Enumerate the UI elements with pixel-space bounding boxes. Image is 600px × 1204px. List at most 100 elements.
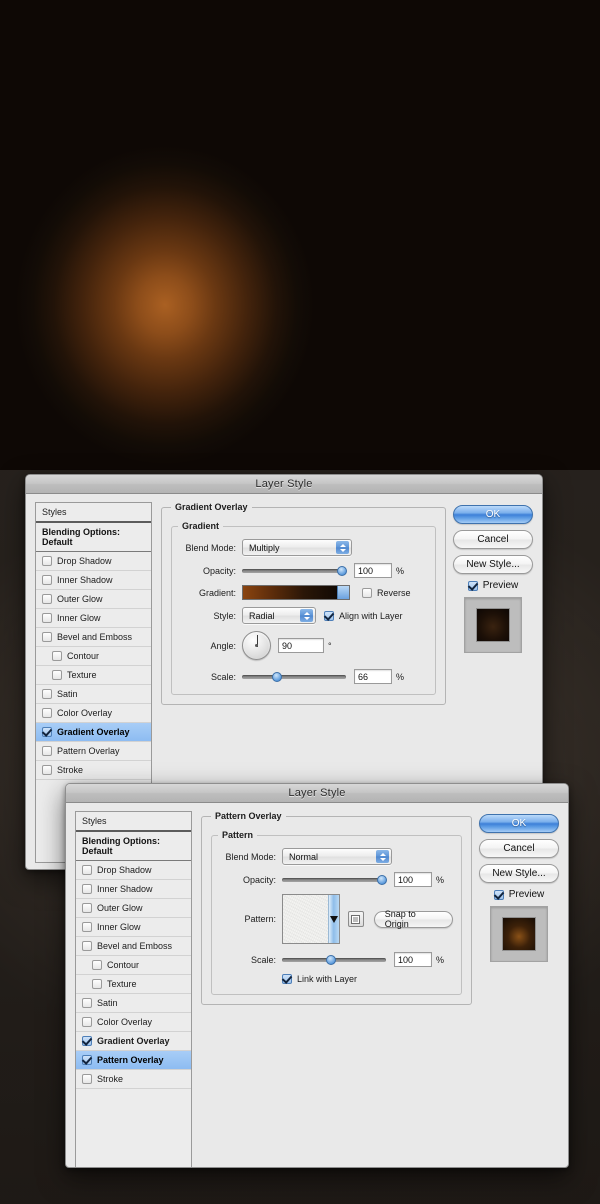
chevron-down-icon[interactable] <box>337 586 349 599</box>
effect-item-inner-glow[interactable]: Inner Glow <box>76 918 191 937</box>
effect-item-texture[interactable]: Texture <box>76 975 191 994</box>
effect-item-color-overlay[interactable]: Color Overlay <box>36 704 151 723</box>
effect-item-bevel-and-emboss[interactable]: Bevel and Emboss <box>36 628 151 647</box>
effect-item-outer-glow[interactable]: Outer Glow <box>76 899 191 918</box>
effect-item-drop-shadow[interactable]: Drop Shadow <box>76 861 191 880</box>
angle-dial[interactable] <box>242 631 271 660</box>
effect-checkbox[interactable] <box>82 941 92 951</box>
effect-checkbox[interactable] <box>42 613 52 623</box>
effect-item-inner-shadow[interactable]: Inner Shadow <box>76 880 191 899</box>
effect-checkbox[interactable] <box>42 575 52 585</box>
effect-item-pattern-overlay[interactable]: Pattern Overlay <box>36 742 151 761</box>
effect-checkbox[interactable] <box>82 1036 92 1046</box>
opacity-slider-track[interactable] <box>242 568 346 573</box>
scale-slider[interactable] <box>282 953 386 967</box>
align-with-layer-checkbox-box[interactable] <box>324 610 334 621</box>
scale-slider-track[interactable] <box>242 674 346 679</box>
chevron-updown-icon[interactable] <box>376 850 389 863</box>
effect-item-satin[interactable]: Satin <box>76 994 191 1013</box>
cancel-button[interactable]: Cancel <box>479 839 559 858</box>
styles-list-header[interactable]: Styles <box>76 812 191 832</box>
angle-input[interactable]: 90 <box>278 638 324 653</box>
effect-item-contour[interactable]: Contour <box>76 956 191 975</box>
effect-item-drop-shadow[interactable]: Drop Shadow <box>36 552 151 571</box>
reverse-checkbox-box[interactable] <box>362 587 372 598</box>
layer-style-dialog-pattern[interactable]: Layer Style Styles Blending Options: Def… <box>65 783 569 1168</box>
effect-checkbox[interactable] <box>92 960 102 970</box>
effect-checkbox[interactable] <box>82 1055 92 1065</box>
blending-options-item[interactable]: Blending Options: Default <box>36 523 151 552</box>
effect-item-stroke[interactable]: Stroke <box>76 1070 191 1089</box>
effect-checkbox[interactable] <box>82 1017 92 1027</box>
new-preset-button[interactable] <box>347 911 364 927</box>
effect-item-contour[interactable]: Contour <box>36 647 151 666</box>
gradient-preview[interactable] <box>243 586 337 599</box>
blend-mode-select[interactable]: Normal <box>282 848 392 865</box>
effect-item-texture[interactable]: Texture <box>36 666 151 685</box>
scale-input[interactable]: 100 <box>394 952 432 967</box>
opacity-slider-knob[interactable] <box>377 874 387 885</box>
blend-mode-select[interactable]: Multiply <box>242 539 352 556</box>
preview-checkbox-box[interactable] <box>467 580 478 591</box>
effect-item-pattern-overlay[interactable]: Pattern Overlay <box>76 1051 191 1070</box>
opacity-slider-track[interactable] <box>282 877 386 882</box>
effect-checkbox[interactable] <box>42 746 52 756</box>
effect-checkbox[interactable] <box>42 556 52 566</box>
scale-slider[interactable] <box>242 670 346 684</box>
new-style-button[interactable]: New Style... <box>479 864 559 883</box>
scale-input[interactable]: 66 <box>354 669 392 684</box>
blending-options-item[interactable]: Blending Options: Default <box>76 832 191 861</box>
effect-checkbox[interactable] <box>42 708 52 718</box>
effect-checkbox[interactable] <box>42 594 52 604</box>
ok-button[interactable]: OK <box>479 814 559 833</box>
preview-checkbox[interactable]: Preview <box>479 889 559 900</box>
pattern-picker[interactable] <box>282 894 340 944</box>
effect-checkbox[interactable] <box>92 979 102 989</box>
gradient-swatch[interactable] <box>242 585 350 600</box>
styles-list-header[interactable]: Styles <box>36 503 151 523</box>
effect-item-bevel-and-emboss[interactable]: Bevel and Emboss <box>76 937 191 956</box>
dialog-titlebar[interactable]: Layer Style <box>26 475 542 494</box>
link-with-layer-checkbox-box[interactable] <box>282 974 292 984</box>
scale-slider-knob[interactable] <box>272 671 282 682</box>
effect-item-gradient-overlay[interactable]: Gradient Overlay <box>76 1032 191 1051</box>
effect-checkbox[interactable] <box>42 632 52 642</box>
effect-checkbox[interactable] <box>42 689 52 699</box>
new-style-button[interactable]: New Style... <box>453 555 533 574</box>
link-with-layer-checkbox[interactable]: Link with Layer <box>282 974 357 984</box>
opacity-input[interactable]: 100 <box>354 563 392 578</box>
preview-checkbox[interactable]: Preview <box>453 580 533 591</box>
effect-item-inner-glow[interactable]: Inner Glow <box>36 609 151 628</box>
effect-item-inner-shadow[interactable]: Inner Shadow <box>36 571 151 590</box>
effect-checkbox[interactable] <box>82 1074 92 1084</box>
effect-checkbox[interactable] <box>42 765 52 775</box>
chevron-updown-icon[interactable] <box>336 541 349 554</box>
pattern-dropdown-strip[interactable] <box>327 895 339 943</box>
effect-checkbox[interactable] <box>82 998 92 1008</box>
gradient-style-select[interactable]: Radial <box>242 607 316 624</box>
snap-to-origin-button[interactable]: Snap to Origin <box>373 909 453 929</box>
effect-item-gradient-overlay[interactable]: Gradient Overlay <box>36 723 151 742</box>
cancel-button[interactable]: Cancel <box>453 530 533 549</box>
effect-checkbox[interactable] <box>52 651 62 661</box>
opacity-input[interactable]: 100 <box>394 872 432 887</box>
preview-checkbox-box[interactable] <box>493 889 504 900</box>
effect-checkbox[interactable] <box>82 903 92 913</box>
opacity-slider-knob[interactable] <box>337 565 347 576</box>
effect-item-outer-glow[interactable]: Outer Glow <box>36 590 151 609</box>
chevron-updown-icon[interactable] <box>300 609 313 622</box>
opacity-slider[interactable] <box>242 564 347 578</box>
effect-checkbox[interactable] <box>42 727 52 737</box>
pattern-swatch[interactable] <box>283 895 328 943</box>
effect-item-stroke[interactable]: Stroke <box>36 761 151 780</box>
scale-slider-knob[interactable] <box>326 954 336 965</box>
effect-item-satin[interactable]: Satin <box>36 685 151 704</box>
align-with-layer-checkbox[interactable]: Align with Layer <box>324 610 403 621</box>
effect-checkbox[interactable] <box>52 670 62 680</box>
reverse-checkbox[interactable]: Reverse <box>362 587 411 598</box>
effect-checkbox[interactable] <box>82 865 92 875</box>
effect-checkbox[interactable] <box>82 922 92 932</box>
effect-checkbox[interactable] <box>82 884 92 894</box>
ok-button[interactable]: OK <box>453 505 533 524</box>
dialog-titlebar[interactable]: Layer Style <box>66 784 568 803</box>
